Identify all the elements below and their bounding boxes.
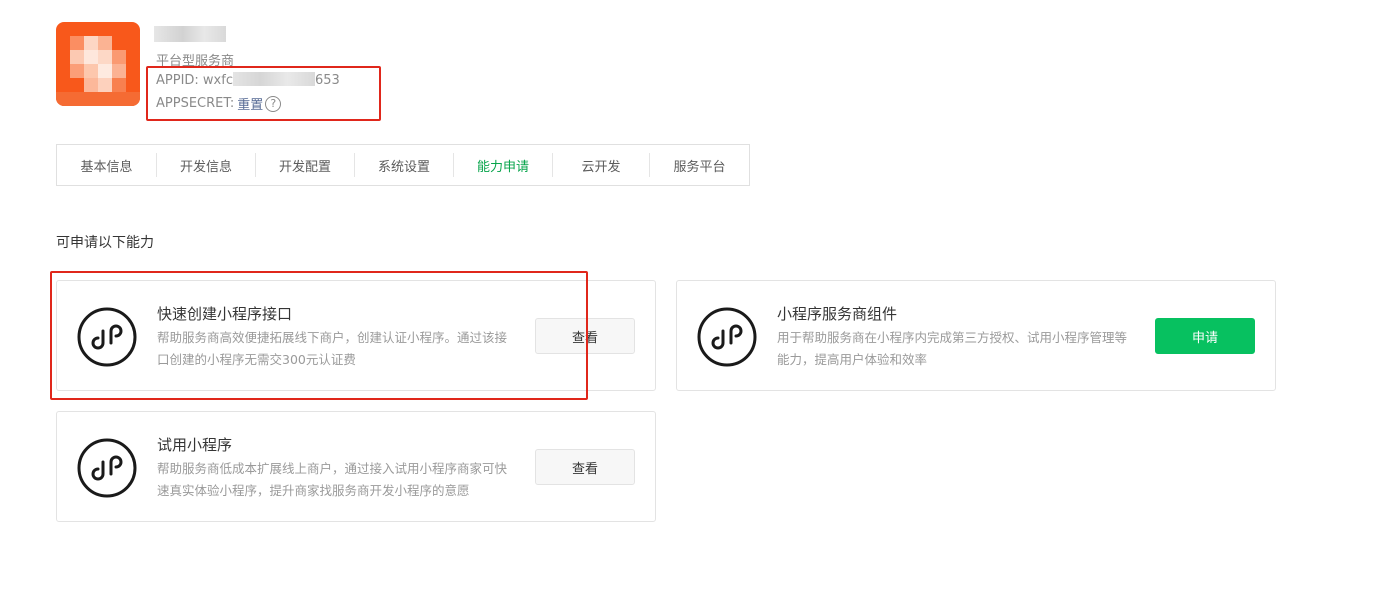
tab-7[interactable]: 服务平台 <box>650 153 749 177</box>
highlight-annotation-account <box>146 66 381 121</box>
account-name-masked <box>154 26 226 42</box>
avatar-pixel-art <box>56 22 140 106</box>
card-description: 帮助服务商低成本扩展线上商户，通过接入试用小程序商家可快速真实体验小程序，提升商… <box>157 461 508 498</box>
account-avatar <box>56 22 140 106</box>
tab-2[interactable]: 开发信息 <box>157 153 256 177</box>
tab-bar: 基本信息 开发信息 开发配置 系统设置 能力申请 云开发 服务平台 <box>56 144 750 186</box>
tab-6[interactable]: 云开发 <box>553 153 650 177</box>
card-title: 小程序服务商组件 <box>777 305 898 323</box>
tab-1[interactable]: 基本信息 <box>57 153 157 177</box>
miniprogram-icon <box>77 438 137 498</box>
tab-4[interactable]: 系统设置 <box>355 153 454 177</box>
apply-button[interactable]: 申请 <box>1155 318 1255 354</box>
card-description: 用于帮助服务商在小程序内完成第三方授权、试用小程序管理等能力，提高用户体验和效率 <box>777 330 1128 367</box>
miniprogram-icon <box>697 307 757 367</box>
capability-card-service-component: 小程序服务商组件 用于帮助服务商在小程序内完成第三方授权、试用小程序管理等能力，… <box>676 280 1276 391</box>
tab-3[interactable]: 开发配置 <box>256 153 355 177</box>
section-title: 可申请以下能力 <box>56 235 154 251</box>
capability-card-trial-miniprogram: 试用小程序 帮助服务商低成本扩展线上商户，通过接入试用小程序商家可快速真实体验小… <box>56 411 656 522</box>
highlight-annotation-card <box>50 271 588 400</box>
view-button[interactable]: 查看 <box>535 449 635 485</box>
tab-5[interactable]: 能力申请 <box>454 153 553 177</box>
card-title: 试用小程序 <box>157 436 233 454</box>
